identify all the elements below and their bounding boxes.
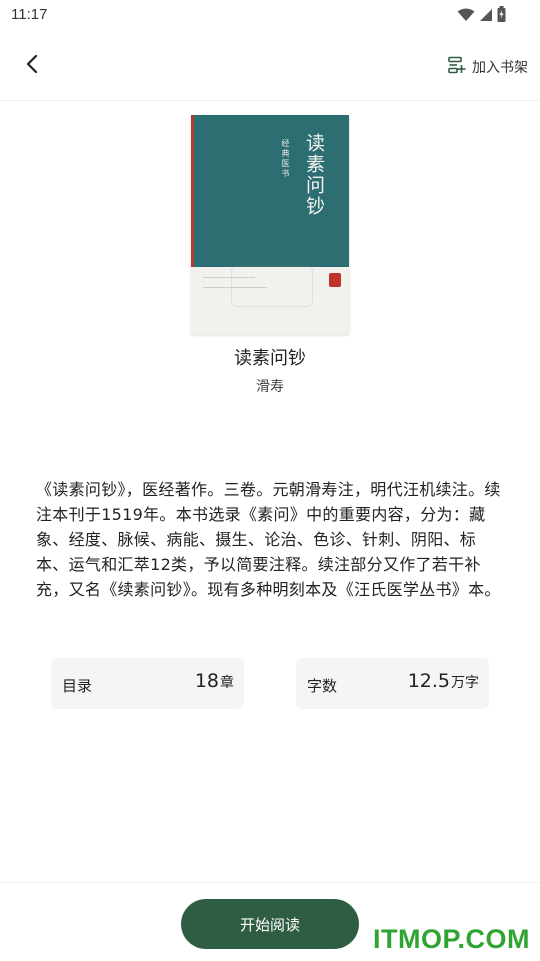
bottom-bar: 开始阅读 ITMOP.COM bbox=[0, 882, 540, 961]
chapters-unit: 章 bbox=[220, 675, 234, 691]
battery-icon bbox=[497, 6, 506, 26]
status-icons bbox=[457, 6, 506, 26]
status-bar: 11:17 bbox=[0, 0, 540, 30]
book-title: 读素问钞 bbox=[234, 348, 306, 369]
site-watermark: ITMOP.COM bbox=[372, 924, 530, 954]
add-to-shelf-label: 加入书架 bbox=[472, 60, 528, 76]
book-author: 滑寿 bbox=[256, 379, 284, 395]
signal-icon bbox=[479, 7, 493, 26]
back-arrow-icon bbox=[25, 54, 39, 78]
book-description: 《读素问钞》，医经著作。三卷。元朝滑寿注，明代汪机续注。续注本刊于1519年。本… bbox=[36, 480, 501, 599]
start-reading-button[interactable]: 开始阅读 bbox=[181, 899, 359, 949]
chapters-value: 18 bbox=[194, 670, 219, 692]
back-button[interactable] bbox=[18, 50, 46, 82]
cover-spine bbox=[191, 115, 194, 267]
book-cover: 经典医书 读素问钞 bbox=[191, 115, 349, 334]
word-count-unit: 万字 bbox=[451, 675, 479, 691]
cover-seal bbox=[329, 273, 341, 287]
word-count-value: 12.5 bbox=[407, 670, 450, 692]
word-count-value-wrap: 12.5 万字 bbox=[408, 670, 479, 692]
chapters-label: 目录 bbox=[62, 677, 93, 695]
cover-watermark-pattern bbox=[231, 265, 313, 307]
add-to-shelf-icon bbox=[448, 56, 466, 78]
word-count-label: 字数 bbox=[307, 677, 338, 695]
word-count-card: 字数 12.5 万字 bbox=[296, 658, 489, 709]
top-bar: 加入书架 bbox=[0, 40, 540, 96]
add-to-shelf-button[interactable]: 加入书架 bbox=[448, 54, 528, 80]
cover-deco-line bbox=[203, 287, 267, 288]
wifi-icon bbox=[457, 7, 475, 26]
cover-deco-line bbox=[203, 277, 255, 278]
chapters-card[interactable]: 目录 18 章 bbox=[51, 658, 244, 709]
header-divider bbox=[0, 100, 540, 101]
cover-series: 经典医书 bbox=[281, 139, 290, 179]
cover-top-panel bbox=[191, 115, 349, 267]
status-time: 11:17 bbox=[11, 6, 48, 23]
chapters-value-wrap: 18 章 bbox=[195, 670, 234, 692]
cover-title: 读素问钞 bbox=[303, 133, 325, 217]
